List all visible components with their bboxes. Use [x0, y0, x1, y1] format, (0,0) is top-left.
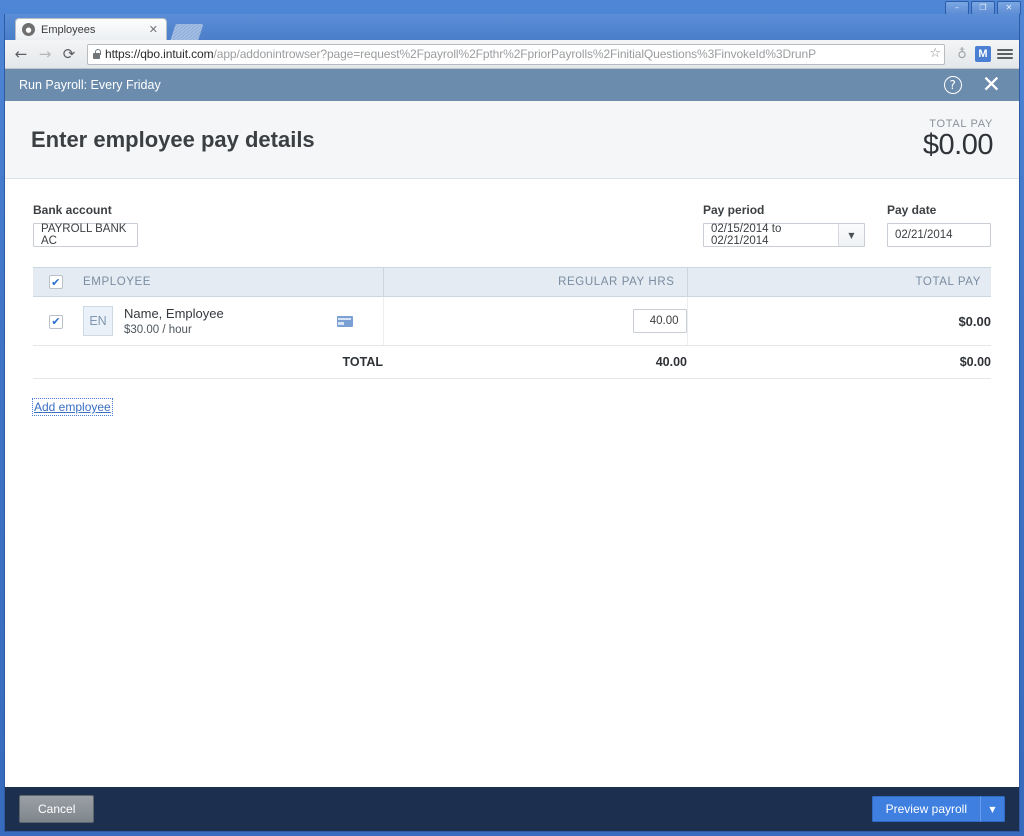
address-bar-url: https://qbo.intuit.com/app/addonintrowse…	[105, 47, 816, 61]
row-select-cell: ✔	[33, 297, 79, 346]
bank-account-label: Bank account	[33, 203, 263, 217]
row-checkbox[interactable]: ✔	[49, 315, 63, 329]
bank-account-input[interactable]: PAYROLL BANK AC	[33, 223, 138, 247]
back-icon[interactable]: ←	[11, 44, 31, 64]
action-bar: Cancel Preview payroll ▼	[5, 787, 1019, 831]
os-titlebar: – ❐ ✕	[0, 0, 1024, 14]
employee-column-header: EMPLOYEE	[79, 268, 383, 297]
app-bar: Run Payroll: Every Friday ? ✕	[5, 69, 1019, 101]
employee-name: Name, Employee	[124, 306, 337, 321]
filters-row: Bank account PAYROLL BANK AC Pay period …	[33, 179, 991, 247]
page-title: Enter employee pay details	[31, 127, 923, 153]
table-foot: TOTAL 40.00 $0.00	[33, 346, 991, 379]
qb-favicon-icon: ●	[22, 23, 35, 36]
select-all-header: ✔	[33, 268, 79, 297]
page-header: Enter employee pay details TOTAL PAY $0.…	[5, 101, 1019, 179]
minimize-button[interactable]: –	[945, 1, 969, 15]
lock-icon	[92, 49, 101, 60]
total-pay-column-header: TOTAL PAY	[687, 268, 991, 297]
cancel-button[interactable]: Cancel	[19, 795, 94, 823]
reload-icon[interactable]: ⟳	[59, 44, 79, 64]
window-controls: – ❐ ✕	[945, 1, 1021, 15]
address-bar[interactable]: https://qbo.intuit.com/app/addonintrowse…	[87, 44, 945, 65]
foot-spacer	[33, 346, 79, 379]
url-host: qbo.intuit.com	[140, 47, 213, 61]
close-tab-icon[interactable]: ✕	[147, 23, 160, 36]
total-pay-summary: TOTAL PAY $0.00	[923, 118, 993, 162]
globe-extension-icon[interactable]: ♁	[953, 45, 971, 63]
help-icon[interactable]: ?	[944, 76, 962, 94]
table-total-row: TOTAL 40.00 $0.00	[33, 346, 991, 379]
regular-pay-hrs-column-header: REGULAR PAY HRS	[383, 268, 687, 297]
total-regular-pay-hrs: 40.00	[383, 346, 687, 379]
regular-pay-hrs-input[interactable]: 40.00	[633, 309, 687, 333]
browser-tabstrip: ● Employees ✕	[5, 14, 1019, 40]
table-body: ✔ EN Name, Employee $30.00 / hour	[33, 297, 991, 346]
select-all-checkbox[interactable]: ✔	[49, 275, 63, 289]
employee-text: Name, Employee $30.00 / hour	[124, 306, 337, 336]
total-total-pay: $0.00	[687, 346, 991, 379]
total-pay-label: TOTAL PAY	[923, 118, 993, 130]
table-row: ✔ EN Name, Employee $30.00 / hour	[33, 297, 991, 346]
chrome-menu-icon[interactable]	[997, 49, 1013, 59]
pay-period-value: 02/15/2014 to 02/21/2014	[704, 224, 838, 246]
table-head: ✔ EMPLOYEE REGULAR PAY HRS TOTAL PAY	[33, 268, 991, 297]
pay-period-label: Pay period	[703, 203, 865, 217]
pay-date-group: Pay date 02/21/2014	[887, 203, 991, 247]
os-window: – ❐ ✕ ● Employees ✕ ← → ⟳ https://qbo.in…	[0, 0, 1024, 836]
preview-payroll-group: Preview payroll ▼	[872, 796, 1005, 822]
table-header-row: ✔ EMPLOYEE REGULAR PAY HRS TOTAL PAY	[33, 268, 991, 297]
forward-icon: →	[35, 44, 55, 64]
pay-period-group: Pay period 02/15/2014 to 02/21/2014 ▼	[703, 203, 865, 247]
new-tab-button[interactable]	[170, 24, 203, 40]
preview-payroll-caret-icon[interactable]: ▼	[980, 796, 1005, 822]
browser-toolbar: ← → ⟳ https://qbo.intuit.com/app/addonin…	[5, 40, 1019, 69]
employee-cell: EN Name, Employee $30.00 / hour	[79, 297, 383, 346]
browser-window: ● Employees ✕ ← → ⟳ https://qbo.intuit.c…	[4, 14, 1020, 832]
chevron-down-icon[interactable]: ▼	[838, 224, 864, 246]
add-employee-link[interactable]: Add employee	[33, 399, 112, 415]
pay-date-label: Pay date	[887, 203, 991, 217]
row-total-pay: $0.00	[687, 297, 991, 346]
avatar: EN	[83, 306, 113, 336]
page-content: Run Payroll: Every Friday ? ✕ Enter empl…	[5, 69, 1019, 831]
pay-period-select[interactable]: 02/15/2014 to 02/21/2014 ▼	[703, 223, 865, 247]
total-pay-value: $0.00	[923, 129, 993, 162]
close-icon[interactable]: ✕	[982, 74, 1001, 97]
employee-rate: $30.00 / hour	[124, 324, 337, 336]
preview-payroll-button[interactable]: Preview payroll	[872, 796, 980, 822]
bookmark-star-icon[interactable]: ☆	[929, 47, 941, 60]
body-area: Bank account PAYROLL BANK AC Pay period …	[5, 179, 1019, 787]
menu-line	[997, 57, 1013, 59]
employee-info: EN Name, Employee $30.00 / hour	[79, 306, 383, 336]
url-path: /app/addonintrowser?page=request%2Fpayro…	[214, 47, 816, 61]
bank-account-group: Bank account PAYROLL BANK AC	[33, 203, 263, 247]
employee-pay-table: ✔ EMPLOYEE REGULAR PAY HRS TOTAL PAY ✔	[33, 267, 991, 379]
total-label: TOTAL	[79, 346, 383, 379]
restore-button[interactable]: ❐	[971, 1, 995, 15]
app-bar-title: Run Payroll: Every Friday	[19, 78, 944, 92]
menu-line	[997, 53, 1013, 55]
mailbox-extension-icon[interactable]: M	[975, 46, 991, 62]
close-window-button[interactable]: ✕	[997, 1, 1021, 15]
regular-pay-hrs-cell: 40.00	[383, 297, 687, 346]
menu-line	[997, 49, 1013, 51]
browser-tab-title: Employees	[41, 24, 147, 36]
browser-tab-employees[interactable]: ● Employees ✕	[15, 18, 167, 40]
url-scheme: https://	[105, 47, 140, 61]
paycheck-icon[interactable]	[337, 316, 353, 327]
pay-date-input[interactable]: 02/21/2014	[887, 223, 991, 247]
